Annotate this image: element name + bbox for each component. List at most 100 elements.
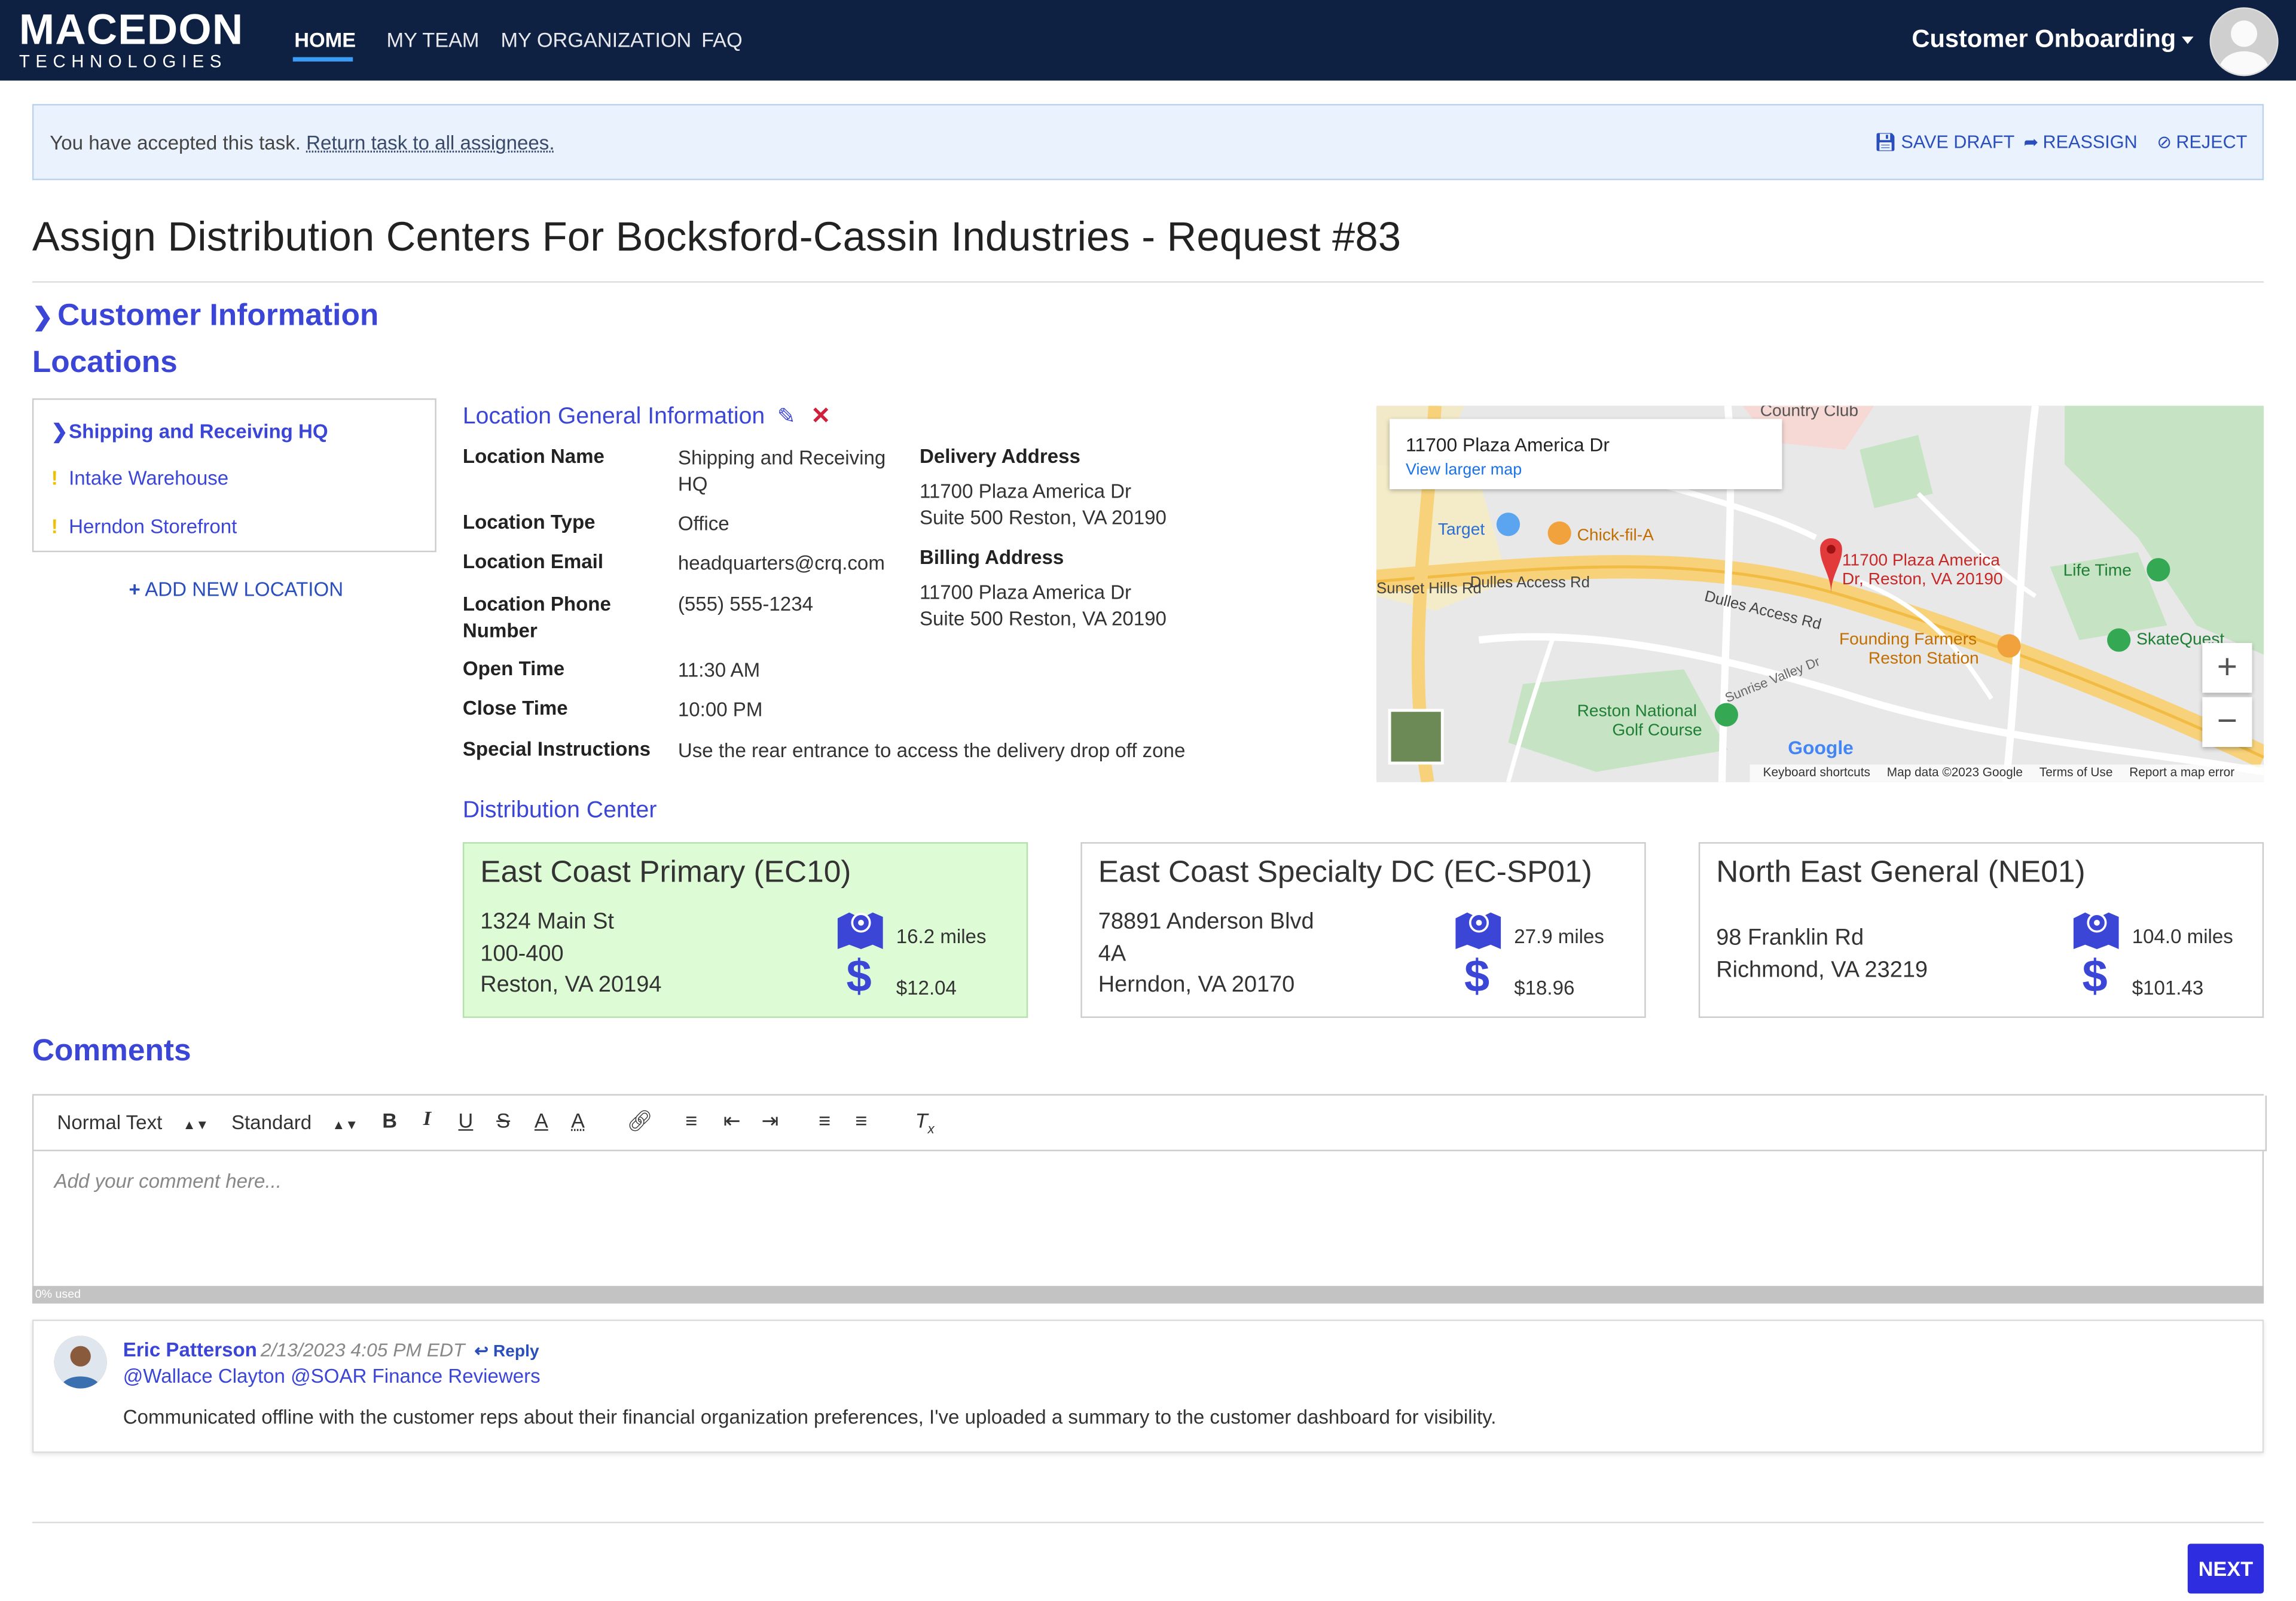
delivery-line1: 11700 Plaza America Dr [919, 480, 1132, 503]
workflow-label: Customer Onboarding [1912, 25, 2176, 53]
top-nav: MACEDON TECHNOLOGIES HOME MY TEAM MY ORG… [0, 0, 2296, 81]
location-info-title: Location General Information [462, 404, 765, 429]
dc-address-line: 1324 Main St [480, 909, 614, 935]
banner-message: You have accepted this task. Return task… [50, 132, 554, 154]
location-phone-label: Location Phone Number [463, 591, 611, 644]
reject-label: REJECT [2176, 132, 2248, 153]
location-item-intake-warehouse[interactable]: ! Intake Warehouse [51, 467, 228, 489]
map-place-target[interactable]: Target [1438, 522, 1485, 539]
strikethrough-icon[interactable]: S [496, 1109, 510, 1132]
location-type-label: Location Type [462, 511, 596, 533]
comment-mentions[interactable]: @Wallace Clayton @SOAR Finance Reviewers [123, 1365, 541, 1387]
pin-label-line2: Dr, Reston, VA 20190 [1842, 571, 2003, 589]
location-general-info-heading: Location General Information ✎ ✕ [463, 401, 831, 431]
reassign-label: REASSIGN [2042, 132, 2138, 153]
map-zoom-in-button[interactable]: + [2202, 643, 2252, 693]
dc-address-line: Richmond, VA 23219 [1716, 957, 1928, 983]
report-map-error-link[interactable]: Report a map error [2129, 764, 2234, 779]
map-road-label: Dulles Access Rd [1470, 574, 1590, 592]
font-color-icon[interactable]: A [535, 1109, 548, 1132]
indent-icon[interactable]: ⇥ [761, 1109, 778, 1134]
map-zoom-out-button[interactable]: − [2202, 697, 2252, 747]
plus-icon: + [129, 578, 141, 601]
map-place-reston-station[interactable]: Reston Station [1868, 650, 1979, 667]
logo-text: MACEDON [19, 7, 244, 54]
dc-address-line: 98 Franklin Rd [1716, 925, 1864, 951]
edit-icon[interactable]: ✎ [777, 404, 796, 429]
map-place-country-club[interactable]: Country Club [1760, 405, 1858, 420]
editor-toolbar: Normal Text ▲▼ Standard ▲▼ B I U S A A 🔗︎ … [32, 1095, 2267, 1151]
billing-line1: 11700 Plaza America Dr [919, 581, 1132, 603]
location-phone-value: (555) 555-1234 [677, 593, 813, 615]
dc-miles: 16.2 miles [896, 925, 987, 948]
map-place-life-time[interactable]: Life Time [2063, 562, 2132, 580]
outdent-icon[interactable]: ⇤ [723, 1109, 741, 1134]
nav-my-organization[interactable]: MY ORGANIZATION [501, 28, 692, 51]
bullet-list-icon[interactable]: ≡ [855, 1109, 867, 1132]
comment-author[interactable]: Eric Patterson [123, 1338, 257, 1361]
dc-address: 78891 Anderson Blvd 4A Herndon, VA 20170 [1098, 907, 1314, 1001]
customer-info-toggle[interactable]: ❯ Customer Information [32, 299, 378, 334]
location-item-herndon-storefront[interactable]: ! Herndon Storefront [51, 516, 237, 538]
workflow-dropdown[interactable]: Customer Onboarding [1912, 25, 2194, 54]
save-draft-button[interactable]: 💾︎ SAVE DRAFT [1874, 132, 2015, 152]
dc-card-ec-sp01[interactable]: East Coast Specialty DC (EC-SP01) 78891 … [1080, 842, 1646, 1018]
underline-icon[interactable]: U [459, 1109, 474, 1132]
location-type-value: Office [677, 513, 729, 535]
link-icon[interactable]: 🔗︎ [627, 1109, 653, 1134]
comment-input[interactable]: Add your comment here... [32, 1151, 2264, 1286]
dc-miles: 104.0 miles [2132, 925, 2233, 948]
text-style-select[interactable]: Normal Text ▲▼ [57, 1112, 209, 1134]
map-place-reston-national[interactable]: Reston National [1577, 703, 1697, 721]
pin-label-line1: 11700 Plaza America [1842, 552, 2000, 570]
comment-placeholder: Add your comment here... [54, 1170, 282, 1193]
location-email-label: Location Email [462, 550, 604, 573]
bold-icon[interactable]: B [382, 1109, 397, 1132]
map-marker-icon [837, 912, 883, 949]
billing-line2: Suite 500 Reston, VA 20190 [919, 608, 1167, 630]
distribution-center-heading: Distribution Center [462, 798, 657, 824]
dc-card-ne01[interactable]: North East General (NE01) 98 Franklin Rd… [1698, 842, 2264, 1018]
dc-address-line: 78891 Anderson Blvd [1098, 909, 1314, 935]
ordered-list-icon[interactable]: ≡ [819, 1109, 831, 1132]
save-draft-label: SAVE DRAFT [1901, 132, 2015, 153]
delete-icon[interactable]: ✕ [811, 404, 831, 429]
sort-arrows-icon: ▲▼ [332, 1117, 359, 1133]
next-button[interactable]: NEXT [2187, 1544, 2264, 1594]
nav-my-team[interactable]: MY TEAM [387, 28, 480, 51]
map-place-founding-farmers[interactable]: Founding Farmers [1839, 632, 1977, 649]
special-instructions-label: Special Instructions [462, 738, 651, 761]
align-left-icon[interactable]: ≡ [685, 1109, 697, 1132]
user-avatar[interactable] [2209, 7, 2279, 77]
italic-icon[interactable]: I [423, 1109, 431, 1132]
reply-button[interactable]: ↩ Reply [474, 1340, 539, 1361]
dc-card-ec10[interactable]: East Coast Primary (EC10) 1324 Main St 1… [462, 842, 1028, 1018]
background-color-icon[interactable]: A [571, 1109, 585, 1132]
add-new-location-button[interactable]: + ADD NEW LOCATION [129, 578, 344, 600]
keyboard-shortcuts-link[interactable]: Keyboard shortcuts [1763, 764, 1870, 779]
map-place-golf-course[interactable]: Golf Course [1612, 722, 1702, 739]
reassign-button[interactable]: ➦ REASSIGN [2024, 132, 2138, 152]
map-place-chick-fil-a[interactable]: Chick-fil-A [1577, 527, 1654, 545]
location-email-value: headquarters@crq.com [677, 552, 885, 575]
nav-active-indicator [292, 57, 353, 62]
reply-icon: ↩ [474, 1343, 489, 1361]
title-divider [32, 281, 2264, 283]
terms-of-use-link[interactable]: Terms of Use [2039, 764, 2113, 779]
dc-cost: $12.04 [896, 977, 957, 999]
location-item-shipping-hq[interactable]: ❯ Shipping and Receiving HQ [51, 420, 328, 444]
delivery-address-label: Delivery Address [919, 445, 1080, 468]
clear-format-icon[interactable]: Tx [915, 1109, 935, 1136]
nav-home[interactable]: HOME [294, 28, 356, 51]
dc-address: 98 Franklin Rd Richmond, VA 23219 [1716, 923, 1928, 986]
nav-faq[interactable]: FAQ [701, 28, 743, 51]
reject-button[interactable]: ⊘ REJECT [2157, 132, 2247, 152]
commenter-photo-icon [54, 1335, 107, 1389]
view-larger-map-link[interactable]: View larger map [1406, 461, 1522, 478]
dc-miles: 27.9 miles [1514, 925, 1604, 948]
macedon-logo[interactable]: MACEDON TECHNOLOGIES [19, 9, 244, 71]
font-select[interactable]: Standard ▲▼ [231, 1112, 358, 1134]
close-time-value: 10:00 PM [677, 699, 763, 721]
return-task-link[interactable]: Return task to all assignees. [306, 132, 554, 154]
location-map[interactable]: 11700 Plaza America Dr View larger map 1… [1376, 405, 2264, 782]
